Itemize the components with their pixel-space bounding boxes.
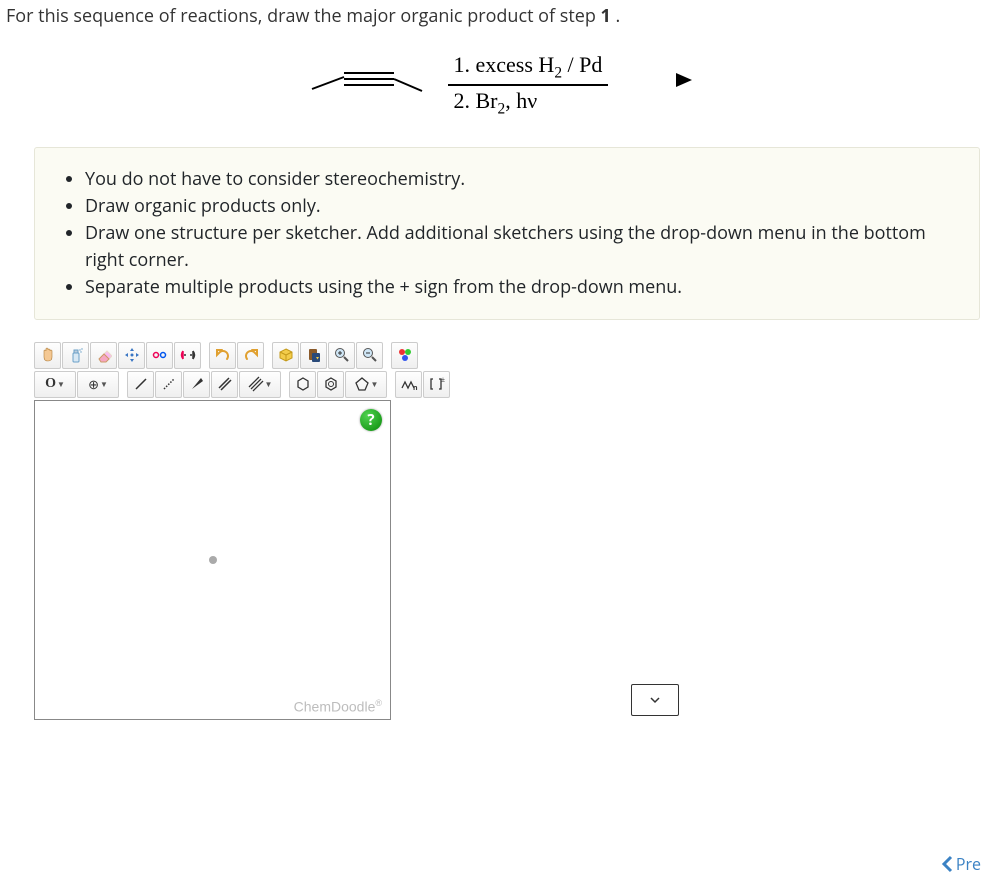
- toolbar-row-1: [34, 342, 714, 369]
- benzene-button[interactable]: [317, 371, 344, 398]
- question-text: For this sequence of reactions, draw the…: [0, 0, 981, 28]
- benzene-icon: [323, 376, 339, 392]
- reaction-scheme: 1. excess H2 / Pd 2. Br2, hν: [0, 52, 981, 119]
- flip-icon: [179, 347, 197, 363]
- hand-tool-button[interactable]: [34, 342, 61, 369]
- instruction-item: Draw one structure per sketcher. Add add…: [85, 220, 961, 274]
- svg-text:±: ±: [441, 376, 445, 385]
- pentagon-icon: [354, 376, 370, 392]
- chain-tool-button[interactable]: n: [395, 371, 422, 398]
- zoom-in-button[interactable]: [328, 342, 355, 369]
- zoom-out-button[interactable]: [356, 342, 383, 369]
- redo-button[interactable]: [237, 342, 264, 369]
- atom-label-button[interactable]: O ▼: [34, 371, 76, 398]
- reagent-line-1: 1. excess H2 / Pd: [448, 52, 609, 86]
- double-bond-button[interactable]: [211, 371, 238, 398]
- hand-icon: [40, 347, 56, 363]
- flip-button[interactable]: [174, 342, 201, 369]
- dotted-bond-button[interactable]: [155, 371, 182, 398]
- eraser-icon: [96, 347, 112, 363]
- instruction-item: You do not have to consider stereochemis…: [85, 166, 961, 193]
- spray-tool-button[interactable]: [62, 342, 89, 369]
- question-prefix: For this sequence of reactions, draw the…: [6, 4, 601, 28]
- question-suffix: .: [611, 4, 620, 28]
- instructions-box: You do not have to consider stereochemis…: [34, 147, 980, 320]
- color-icon: [397, 347, 413, 363]
- dropdown-caret-icon: ▼: [265, 379, 273, 390]
- chevron-left-icon: [940, 855, 954, 873]
- rotate3d-icon: [151, 347, 169, 363]
- previous-link[interactable]: Pre: [940, 853, 981, 875]
- rotate-3d-button[interactable]: [146, 342, 173, 369]
- charge-button[interactable]: ⊕ ▼: [77, 371, 119, 398]
- template-button[interactable]: [272, 342, 299, 369]
- single-bond-button[interactable]: [127, 371, 154, 398]
- undo-icon: [215, 347, 231, 363]
- ring-dropdown-button[interactable]: ▼: [345, 371, 387, 398]
- cyclohexane-icon: [295, 376, 311, 392]
- add-sketcher-dropdown[interactable]: [631, 684, 679, 716]
- sketcher-canvas[interactable]: ? ChemDoodle®: [34, 400, 391, 720]
- dotted-bond-icon: [161, 376, 177, 392]
- dropdown-caret-icon: ▼: [57, 379, 65, 390]
- single-bond-icon: [133, 376, 149, 392]
- previous-link-label: Pre: [956, 853, 981, 875]
- chemdoodle-brand-label: ChemDoodle®: [294, 698, 382, 715]
- alkyne-structure-icon: [304, 65, 424, 105]
- move-icon: [124, 347, 140, 363]
- chain-icon: n: [400, 376, 418, 392]
- move-tool-button[interactable]: [118, 342, 145, 369]
- cube-icon: [278, 347, 294, 363]
- eraser-tool-button[interactable]: [90, 342, 117, 369]
- cyclohexane-button[interactable]: [289, 371, 316, 398]
- wedge-bond-icon: [189, 376, 205, 392]
- spray-icon: [68, 347, 84, 363]
- instruction-item: Separate multiple products using the + s…: [85, 274, 961, 301]
- color-picker-button[interactable]: [391, 342, 418, 369]
- reagent-arrow: 1. excess H2 / Pd 2. Br2, hν: [448, 52, 678, 119]
- triple-bond-icon: [248, 376, 264, 392]
- redo-icon: [243, 347, 259, 363]
- help-button[interactable]: ?: [360, 409, 382, 431]
- sketcher-area: O ▼ ⊕ ▼ ▼ ▼: [34, 342, 714, 720]
- svg-text:n: n: [413, 384, 418, 392]
- dropdown-caret-icon: ▼: [100, 379, 108, 390]
- toolbar-row-2: O ▼ ⊕ ▼ ▼ ▼: [34, 371, 714, 398]
- dropdown-caret-icon: ▼: [371, 379, 379, 390]
- help-icon: ?: [367, 410, 374, 430]
- zoom-out-icon: [362, 347, 378, 363]
- bracket-icon: ±: [428, 376, 446, 392]
- wedge-bond-button[interactable]: [183, 371, 210, 398]
- reagent-line-2: 2. Br2, hν: [448, 86, 544, 118]
- bracket-tool-button[interactable]: ±: [423, 371, 450, 398]
- paste-button[interactable]: [300, 342, 327, 369]
- arrowhead-icon: [676, 73, 692, 87]
- chevron-down-icon: [648, 693, 662, 707]
- undo-button[interactable]: [209, 342, 236, 369]
- zoom-in-icon: [334, 347, 350, 363]
- instruction-item: Draw organic products only.: [85, 193, 961, 220]
- triple-bond-button[interactable]: ▼: [239, 371, 281, 398]
- question-step-number: 1: [601, 4, 611, 28]
- draw-start-point[interactable]: [209, 556, 217, 564]
- charge-label-text: ⊕: [88, 375, 99, 393]
- atom-label-text: O: [45, 376, 56, 392]
- double-bond-icon: [217, 376, 233, 392]
- paste-icon: [306, 347, 322, 363]
